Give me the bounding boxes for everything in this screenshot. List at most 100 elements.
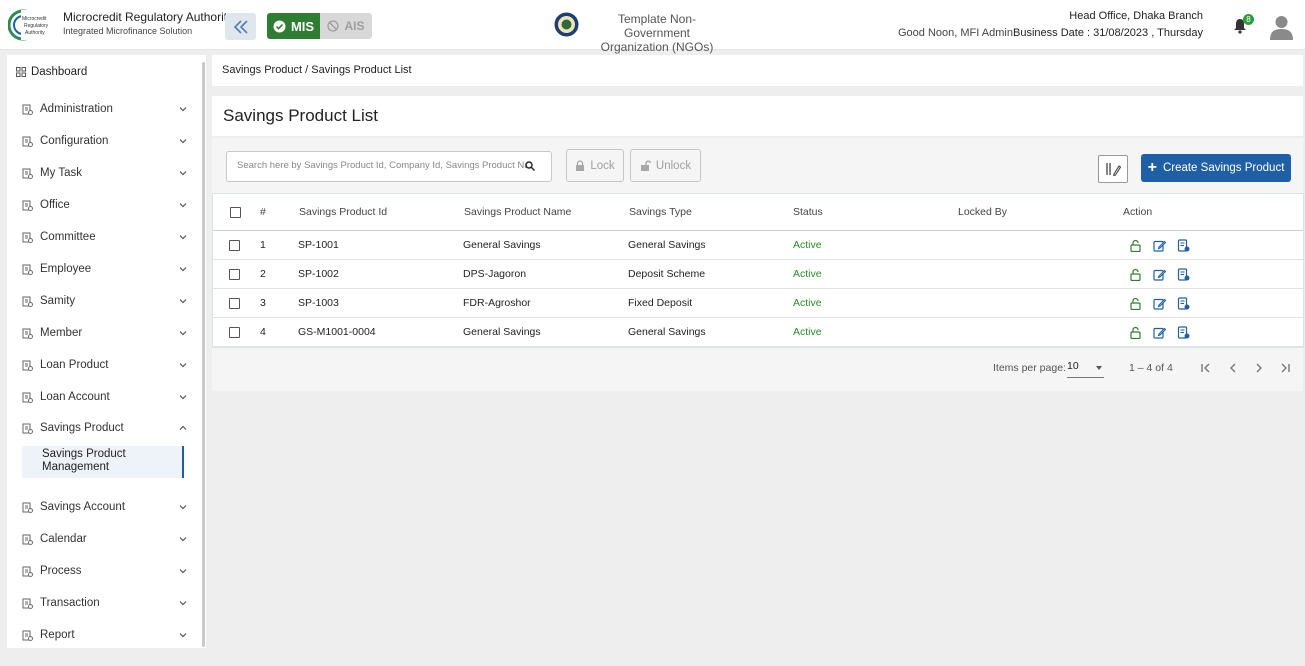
edit-icon[interactable] xyxy=(1153,268,1166,281)
column-header-product-id[interactable]: Savings Product Id xyxy=(299,194,387,230)
first-page-icon[interactable] xyxy=(1199,361,1213,375)
unlock-icon[interactable] xyxy=(1129,268,1142,281)
cell-status: Active xyxy=(793,297,822,309)
sidebar-scrollbar[interactable] xyxy=(202,62,205,647)
sidebar-item-loan-account[interactable]: Loan Account xyxy=(22,387,187,407)
chevron-up-icon xyxy=(179,425,187,430)
chevron-down-icon xyxy=(179,139,187,144)
breadcrumb-parent[interactable]: Savings Product xyxy=(222,64,302,76)
sidebar-item-label: Configuration xyxy=(40,135,109,147)
previous-page-icon[interactable] xyxy=(1226,361,1240,375)
view-details-icon[interactable] xyxy=(1177,267,1190,281)
unlock-button[interactable]: Unlock xyxy=(630,149,701,182)
ais-toggle-button[interactable]: AIS xyxy=(320,13,372,39)
search-input[interactable] xyxy=(237,160,527,171)
create-savings-product-button[interactable]: + Create Savings Product xyxy=(1141,154,1291,182)
config-icon xyxy=(22,136,33,147)
view-details-icon[interactable] xyxy=(1177,325,1190,339)
sidebar-item-employee[interactable]: Employee xyxy=(22,259,187,279)
lock-icon xyxy=(576,160,585,171)
column-header-locked-by[interactable]: Locked By xyxy=(958,194,1007,230)
items-per-page-select[interactable]: 10 xyxy=(1067,360,1104,378)
cell-savings-type: General Savings xyxy=(628,239,706,251)
row-checkbox[interactable] xyxy=(229,297,240,309)
row-checkbox[interactable] xyxy=(229,268,240,280)
double-chevron-left-icon xyxy=(233,19,248,34)
ngo-name: Template Non-Government Organization (NG… xyxy=(586,12,728,54)
chevron-down-icon xyxy=(179,537,187,542)
next-page-icon[interactable] xyxy=(1252,361,1266,375)
sidebar-item-my-task[interactable]: My Task xyxy=(22,163,187,183)
breadcrumb-separator: / xyxy=(305,64,309,76)
sidebar-item-label: Loan Product xyxy=(40,359,109,371)
sidebar-item-loan-product[interactable]: Loan Product xyxy=(22,355,187,375)
page-range: 1 – 4 of 4 xyxy=(1129,362,1173,374)
cell-no: 1 xyxy=(260,239,266,251)
select-all-checkbox[interactable] xyxy=(230,206,241,218)
sidebar-item-administration[interactable]: Administration xyxy=(22,99,187,119)
loan-product-icon xyxy=(22,360,33,371)
edit-icon[interactable] xyxy=(1153,239,1166,252)
user-avatar-icon[interactable] xyxy=(1270,14,1293,40)
savings-account-icon xyxy=(22,502,33,513)
column-header-product-name[interactable]: Savings Product Name xyxy=(464,194,571,230)
sidebar-item-process[interactable]: Process xyxy=(22,561,187,581)
table-row[interactable]: 2 SP-1002 DPS-Jagoron Deposit Scheme Active xyxy=(213,260,1303,289)
cell-product-id: SP-1002 xyxy=(298,268,339,280)
sidebar-collapse-button[interactable] xyxy=(225,13,256,40)
admin-icon xyxy=(22,104,33,115)
search-icon[interactable] xyxy=(525,161,535,171)
mis-toggle-button[interactable]: MIS xyxy=(267,13,320,39)
cell-actions xyxy=(1129,318,1190,346)
edit-icon[interactable] xyxy=(1153,326,1166,339)
view-details-icon[interactable] xyxy=(1177,238,1190,252)
sidebar-item-calendar[interactable]: Calendar xyxy=(22,529,187,549)
cell-product-id: SP-1003 xyxy=(298,297,339,309)
sidebar-item-committee[interactable]: Committee xyxy=(22,227,187,247)
sidebar-item-savings-product[interactable]: Savings Product xyxy=(22,418,187,438)
unlock-icon[interactable] xyxy=(1129,297,1142,310)
process-icon xyxy=(22,566,33,577)
business-date: Business Date : 31/08/2023 , Thursday xyxy=(1013,27,1203,39)
view-details-icon[interactable] xyxy=(1177,296,1190,310)
chevron-down-icon xyxy=(179,267,187,272)
sidebar-item-configuration[interactable]: Configuration xyxy=(22,131,187,151)
unlock-icon[interactable] xyxy=(1129,239,1142,252)
table-row[interactable]: 4 GS-M1001-0004 General Savings General Sav… xyxy=(213,318,1303,347)
column-header-savings-type[interactable]: Savings Type xyxy=(629,194,692,230)
sidebar-item-report[interactable]: Report xyxy=(22,625,187,645)
sidebar-item-savings-account[interactable]: Savings Account xyxy=(22,497,187,517)
top-header: Microcredit Regulatory Authority Microcr… xyxy=(0,0,1305,54)
chevron-down-icon xyxy=(179,331,187,336)
sidebar-subitem-savings-product-management[interactable]: Savings Product Management xyxy=(22,446,184,478)
sidebar-item-office[interactable]: Office xyxy=(22,195,187,215)
sidebar-item-label: Office xyxy=(40,199,70,211)
column-settings-button[interactable] xyxy=(1098,155,1128,183)
cell-product-name: General Savings xyxy=(463,326,541,338)
branch-name: Head Office, Dhaka Branch xyxy=(1069,10,1203,22)
column-header-no: # xyxy=(260,206,266,218)
sidebar-item-member[interactable]: Member xyxy=(22,323,187,343)
sidebar-item-samity[interactable]: Samity xyxy=(22,291,187,311)
row-checkbox[interactable] xyxy=(229,239,240,251)
sidebar-item-transaction[interactable]: Transaction xyxy=(22,593,187,613)
column-edit-icon xyxy=(1106,163,1122,177)
savings-product-table: # Savings Product Id Savings Product Nam… xyxy=(212,193,1304,348)
unlock-icon[interactable] xyxy=(1129,326,1142,339)
sidebar-item-label: Report xyxy=(40,629,75,641)
chevron-down-icon xyxy=(179,633,187,638)
svg-text:Regulatory: Regulatory xyxy=(24,23,49,29)
notification-count-badge: 8 xyxy=(1243,14,1254,25)
lock-button[interactable]: Lock xyxy=(566,149,624,182)
sidebar-item-dashboard[interactable]: Dashboard xyxy=(16,66,87,78)
table-row[interactable]: 3 SP-1003 FDR-Agroshor Fixed Deposit Active xyxy=(213,289,1303,318)
row-checkbox[interactable] xyxy=(229,326,240,338)
column-header-status[interactable]: Status xyxy=(793,194,823,230)
plus-icon: + xyxy=(1147,159,1157,176)
edit-icon[interactable] xyxy=(1153,297,1166,310)
table-row[interactable]: 1 SP-1001 General Savings General Savings Ac… xyxy=(213,231,1303,260)
last-page-icon[interactable] xyxy=(1278,361,1292,375)
cell-actions xyxy=(1129,231,1190,259)
sidebar-item-label: Employee xyxy=(40,263,92,275)
sidebar-item-label: Administration xyxy=(40,103,113,115)
